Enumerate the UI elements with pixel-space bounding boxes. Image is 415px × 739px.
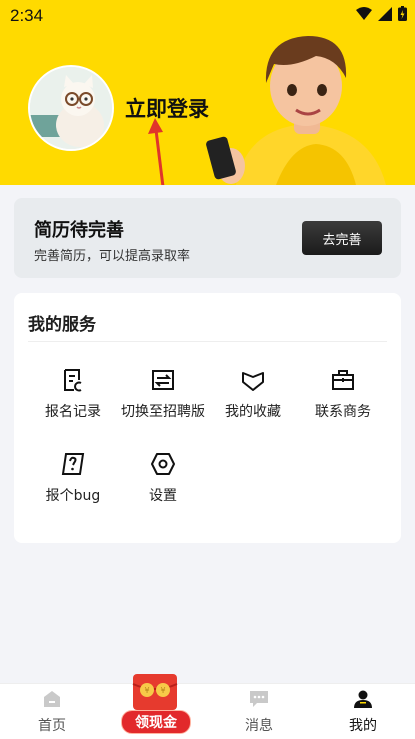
service-signup-records[interactable]: 报名记录 [28,367,118,421]
nav-messages[interactable]: 消息 [219,684,299,739]
avatar[interactable] [28,65,114,151]
resume-card: 简历待完善 完善简历，可以提高录取率 去完善 [14,198,401,278]
service-favorites[interactable]: 我的收藏 [208,367,298,421]
boy-with-phone-illustration [206,36,386,185]
signal-icon [378,6,392,21]
complete-resume-button[interactable]: 去完善 [302,221,382,255]
service-settings[interactable]: 设置 [118,451,208,505]
my-services-panel: 我的服务 报名记录 切换至招聘版 我的收藏 联系商务 报个bug 设置 [14,293,401,543]
divider [28,341,387,342]
status-time: 2:34 [10,6,44,25]
switch-icon [152,370,174,390]
status-icons [356,6,407,21]
nav-mine-label: 我的 [349,718,377,734]
service-label: 我的收藏 [225,404,281,420]
nav-home-label: 首页 [38,718,66,734]
question-icon [61,453,85,475]
battery-icon [398,6,407,21]
service-report-bug[interactable]: 报个bug [28,451,118,505]
service-label: 报名记录 [45,404,101,420]
wifi-icon [356,6,372,20]
heart-icon [242,372,264,391]
service-label: 切换至招聘版 [121,404,205,420]
status-bar: 2:34 [0,0,415,30]
hexagon-settings-icon [151,453,175,475]
service-label: 联系商务 [315,404,371,420]
service-switch-recruiter[interactable]: 切换至招聘版 [118,367,208,421]
cat-avatar-illustration [30,67,112,149]
profile-header: 2:34 立即登录 [0,0,415,185]
resume-title: 简历待完善 [34,220,124,241]
user-icon [354,690,372,708]
services-title: 我的服务 [28,315,96,335]
bottom-nav: 首页 消息 我的 [0,683,415,739]
cash-label: 领现金 [121,710,191,734]
red-envelope-icon: ¥ ¥ [132,674,178,710]
briefcase-icon [332,370,354,390]
nav-messages-label: 消息 [245,718,273,734]
nav-mine[interactable]: 我的 [323,684,403,739]
service-label: 报个bug [45,488,101,504]
home-icon [44,691,60,707]
document-edit-icon [64,369,82,392]
message-icon [250,691,268,707]
nav-home[interactable]: 首页 [12,684,92,739]
service-label: 设置 [149,488,177,504]
resume-subtitle: 完善简历，可以提高录取率 [34,249,191,264]
nav-cash-reward[interactable]: ¥ ¥ 领现金 [119,670,191,738]
svg-text:¥: ¥ [144,686,149,695]
service-contact-business[interactable]: 联系商务 [298,367,388,421]
red-arrow-annotation [148,118,165,185]
svg-text:¥: ¥ [160,686,165,695]
